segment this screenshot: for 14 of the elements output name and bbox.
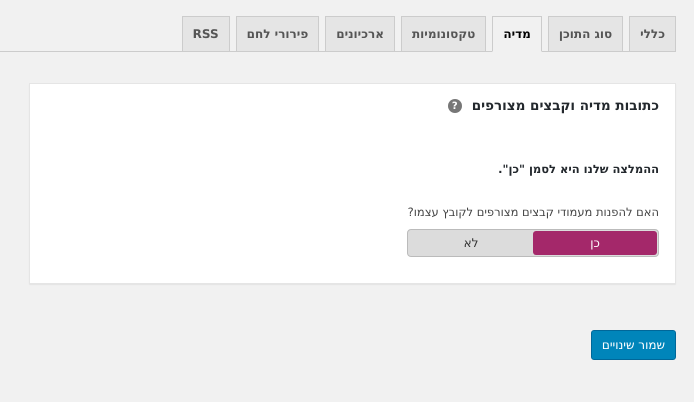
tab[interactable]: ארכיונים bbox=[325, 16, 395, 52]
toggle-option[interactable]: כן bbox=[533, 231, 657, 255]
tab[interactable]: RSS bbox=[182, 16, 230, 52]
card-title: כתובות מדיה וקבצים מצורפים bbox=[472, 98, 659, 114]
help-icon[interactable]: ? bbox=[448, 99, 462, 113]
tab[interactable]: טקסונומיות bbox=[400, 16, 486, 52]
tab[interactable]: כללי bbox=[629, 16, 676, 52]
tab[interactable]: מדיה bbox=[492, 16, 542, 52]
tab[interactable]: פירורי לחם bbox=[236, 16, 320, 52]
tab[interactable]: סוג התוכן bbox=[548, 16, 624, 52]
recommendation-text: ההמלצה שלנו היא לסמן "כן". bbox=[497, 162, 659, 176]
question-text: האם להפנות מעמודי קבצים מצורפים לקובץ עצמו? bbox=[406, 205, 659, 219]
toggle-option[interactable]: לא bbox=[409, 231, 533, 255]
save-button[interactable]: שמור שינויים bbox=[590, 330, 676, 360]
